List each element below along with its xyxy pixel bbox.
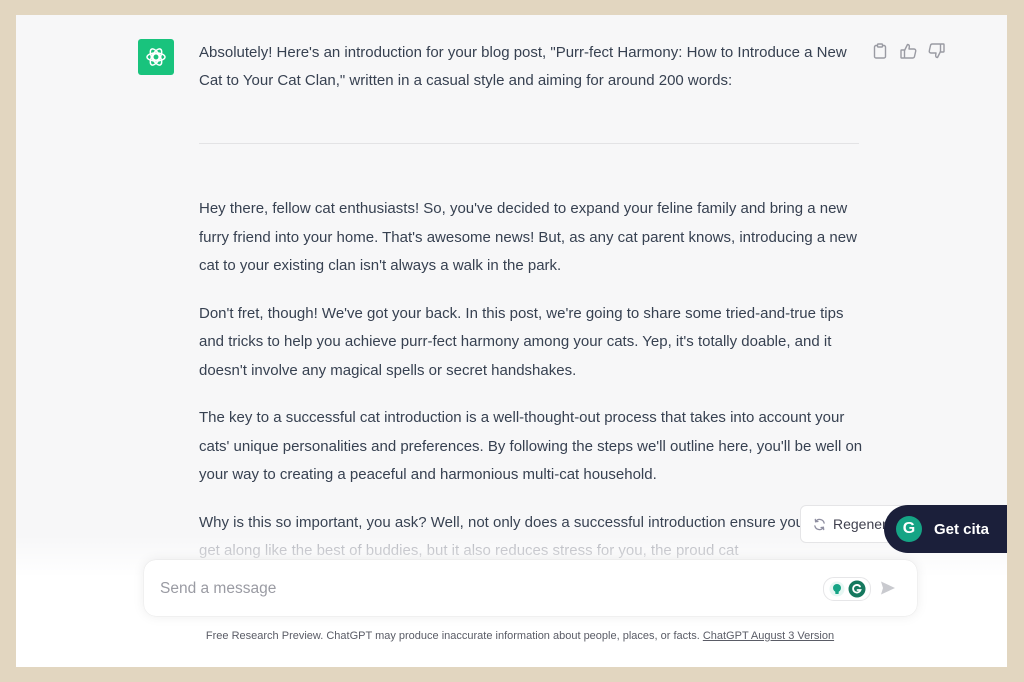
send-button[interactable]	[877, 577, 899, 599]
message-composer	[144, 560, 917, 616]
assistant-message-body: Hey there, fellow cat enthusiasts! So, y…	[199, 195, 864, 585]
paragraph: Don't fret, though! We've got your back.…	[199, 304, 844, 379]
message-actions	[871, 42, 945, 60]
assistant-message-intro: Absolutely! Here's an introduction for y…	[199, 39, 859, 95]
extension-pill[interactable]	[823, 577, 871, 601]
footer-disclaimer: Free Research Preview. ChatGPT may produ…	[16, 630, 1007, 642]
thumbs-up-button[interactable]	[899, 42, 917, 60]
grammarly-citation-button[interactable]: G Get cita	[884, 505, 1024, 553]
message-input[interactable]	[158, 572, 802, 606]
clipboard-icon	[873, 43, 887, 59]
thumbs-down-icon	[928, 43, 945, 59]
thumbs-up-icon	[899, 43, 916, 59]
assistant-avatar	[138, 39, 174, 75]
version-link[interactable]: ChatGPT August 3 Version	[703, 630, 834, 642]
content-divider	[199, 143, 859, 144]
paragraph: The key to a successful cat introduction…	[199, 409, 863, 483]
grammarly-icon	[848, 580, 865, 598]
chat-panel: Absolutely! Here's an introduction for y…	[16, 15, 1007, 667]
grammarly-label: Get cita	[934, 520, 990, 538]
frame-border-right	[1007, 0, 1024, 682]
footer-text: Free Research Preview. ChatGPT may produ…	[205, 630, 703, 642]
paragraph: Hey there, fellow cat enthusiasts! So, y…	[199, 200, 857, 274]
refresh-icon	[814, 518, 825, 530]
lightbulb-icon	[829, 581, 844, 597]
intro-text: Absolutely! Here's an introduction for y…	[199, 44, 847, 89]
thumbs-down-button[interactable]	[927, 42, 945, 60]
send-icon	[881, 581, 895, 595]
grammarly-logo-icon: G	[896, 516, 922, 542]
openai-logo-icon	[146, 48, 166, 66]
copy-button[interactable]	[871, 42, 889, 60]
